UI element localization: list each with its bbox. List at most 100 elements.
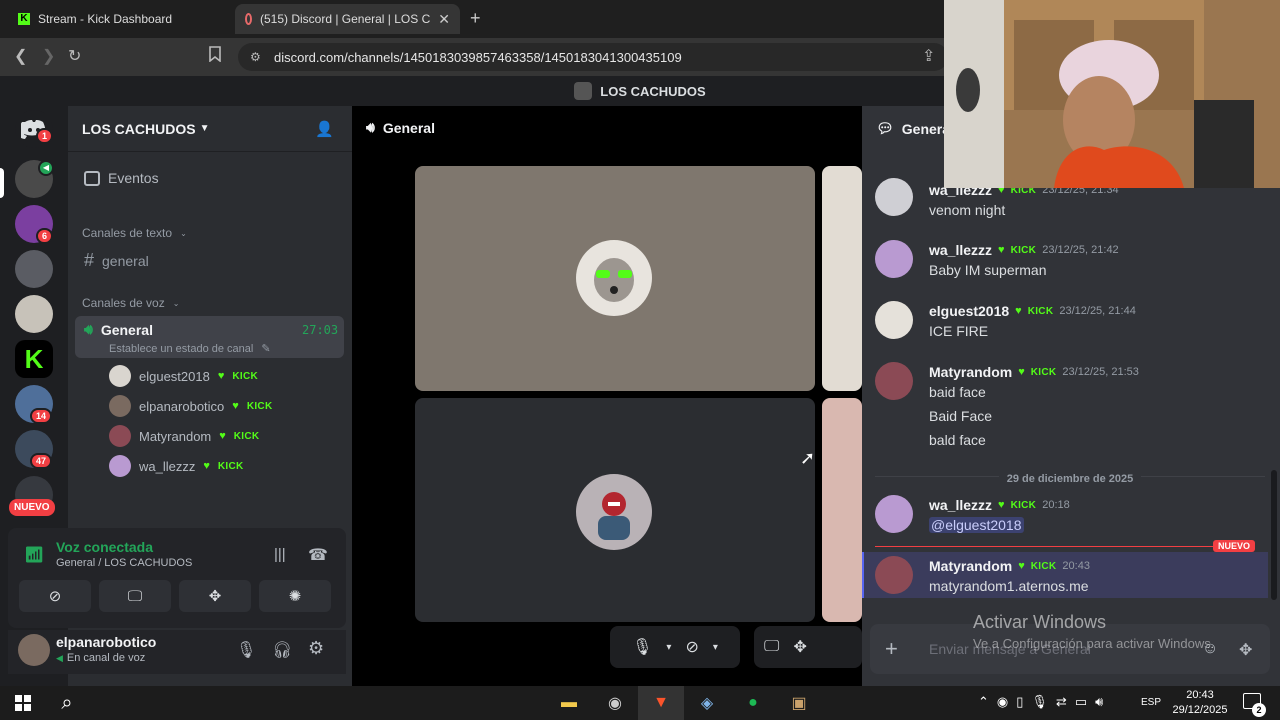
channel-general-text[interactable]: # general <box>84 250 149 271</box>
server-4[interactable] <box>15 295 53 333</box>
monitor-icon[interactable]: ▭ <box>1075 694 1087 710</box>
camera-off-icon[interactable]: ⊘ <box>685 637 698 657</box>
chevron-down-icon[interactable]: ▾ <box>713 642 718 653</box>
events-label: Eventos <box>108 170 159 186</box>
file-explorer-icon[interactable]: ▬ <box>556 690 582 716</box>
message-text: ICE FIRE <box>929 323 989 339</box>
windows-start-icon[interactable] <box>10 690 36 716</box>
headphones-icon[interactable]: 🎧︎ <box>272 640 292 660</box>
message-time: 23/12/25, 21:53 <box>1062 366 1139 378</box>
search-icon[interactable]: ⌕ <box>54 690 80 716</box>
tab-discord[interactable]: (515) Discord | General | LOS C ✕ <box>235 4 460 34</box>
tab-kick-dashboard[interactable]: K Stream - Kick Dashboard <box>8 4 233 34</box>
activities-icon[interactable]: ✥ <box>793 637 806 657</box>
davinci-icon[interactable]: ◈ <box>694 690 720 716</box>
text-channels-category[interactable]: Canales de texto ⌄ <box>82 226 187 240</box>
message-author: wa_llezzz ♥ KICK 23/12/25, 21:42 <box>929 242 1119 258</box>
kick-favicon-icon: K <box>18 13 30 25</box>
apps-icon[interactable]: ✥ <box>1239 640 1252 660</box>
new-tab-icon[interactable]: + <box>470 8 481 29</box>
category-label: Canales de texto <box>82 226 173 240</box>
forward-icon[interactable]: ❯ <box>42 46 55 66</box>
events-item[interactable]: Eventos <box>84 170 159 186</box>
obs-icon[interactable]: ◉ <box>602 690 628 716</box>
recording-icon <box>245 13 252 25</box>
microphone-icon[interactable]: 🎙︎ <box>632 637 652 657</box>
chat-message[interactable]: elguest2018 ♥ KICK 23/12/25, 21:44 ICE F… <box>875 301 1265 345</box>
activities-button[interactable]: ✥ <box>179 580 251 612</box>
chat-scrollbar[interactable] <box>1271 470 1277 600</box>
spotify-icon[interactable]: ● <box>740 690 766 716</box>
new-messages-line <box>875 546 1215 547</box>
voice-speaker-icon: ◀ <box>38 160 54 176</box>
tab-label: Stream - Kick Dashboard <box>38 12 173 26</box>
message-time: 23/12/25, 21:42 <box>1042 244 1119 256</box>
url-field[interactable]: ⚙ discord.com/channels/14501830398574633… <box>238 43 948 71</box>
heart-icon: ♥ <box>219 430 226 442</box>
device-icon[interactable]: ▯ <box>1016 694 1023 710</box>
settings-gear-icon[interactable]: ⚙ <box>308 638 324 659</box>
server-header[interactable]: LOS CACHUDOS ▼ 👤 <box>68 106 352 152</box>
speaker-icon: 🔊︎ <box>366 119 375 135</box>
reload-icon[interactable]: ↻ <box>68 46 81 66</box>
voice-user[interactable]: elpanarobotico ♥ KICK <box>109 395 272 417</box>
camera-off-button[interactable]: ⊘ <box>19 580 91 612</box>
voice-channels-category[interactable]: Canales de voz ⌄ <box>82 296 179 310</box>
close-tab-icon[interactable]: ✕ <box>438 11 450 28</box>
chat-message[interactable]: wa_llezzz ♥ KICK 23/12/25, 21:42 Baby IM… <box>875 240 1265 284</box>
video-tile[interactable] <box>822 398 862 622</box>
noise-suppression-icon[interactable]: ||| <box>274 546 286 563</box>
user-mention[interactable]: @elguest2018 <box>929 517 1024 533</box>
taskbar-clock[interactable]: 20:43 29/12/2025 <box>1172 688 1228 718</box>
kick-server-icon[interactable]: K <box>15 340 53 378</box>
brave-icon[interactable]: ▼ <box>648 690 674 716</box>
package-icon[interactable]: ▣ <box>786 690 812 716</box>
screen-share-button[interactable]: 🖵︎ <box>99 580 171 612</box>
author-name[interactable]: wa_llezzz <box>929 242 992 258</box>
voice-connected-title: Voz conectada <box>56 539 153 555</box>
back-icon[interactable]: ❮ <box>14 46 27 66</box>
author-name[interactable]: Matyrandom <box>929 364 1012 380</box>
soundboard-button[interactable]: ✺ <box>259 580 331 612</box>
add-attachment-icon[interactable]: + <box>885 636 898 662</box>
activation-watermark-subtitle: Ve a Configuración para activar Windows. <box>973 636 1215 651</box>
chevron-up-icon[interactable]: ⌃ <box>978 694 989 710</box>
server-3[interactable] <box>15 250 53 288</box>
user-avatar[interactable] <box>18 634 50 666</box>
server-2-badge: 6 <box>36 228 54 244</box>
server-7-badge: 47 <box>30 453 53 469</box>
message-text: Baby IM superman <box>929 262 1047 278</box>
author-name[interactable]: elguest2018 <box>929 303 1009 319</box>
chevron-down-icon[interactable]: ▾ <box>666 642 671 653</box>
voice-user-name: Matyrandom <box>139 428 212 444</box>
video-tile[interactable] <box>822 166 862 391</box>
voice-user[interactable]: Matyrandom ♥ KICK <box>109 425 259 447</box>
chat-message[interactable]: Matyrandom ♥ KICK 20:43 matyrandom1.ater… <box>875 556 1265 600</box>
message-time: 20:43 <box>1062 560 1090 572</box>
chat-message[interactable]: wa_llezzz ♥ KICK 20:18 @elguest2018 <box>875 495 1265 539</box>
bookmark-icon[interactable] <box>208 46 222 67</box>
invite-people-icon[interactable]: 👤 <box>315 120 334 138</box>
disconnect-icon[interactable]: ☎ <box>308 545 328 565</box>
share-icon[interactable]: ⇪ <box>922 46 935 66</box>
message-author: elguest2018 ♥ KICK 23/12/25, 21:44 <box>929 303 1136 319</box>
volume-icon[interactable]: 🔊︎ <box>1095 694 1103 710</box>
microphone-icon[interactable]: 🎙︎ <box>1031 694 1048 710</box>
microphone-icon[interactable]: 🎙︎ <box>236 640 256 660</box>
input-language[interactable]: ESP <box>1141 697 1161 708</box>
kick-tag: KICK <box>1030 366 1057 378</box>
pencil-icon: ✎ <box>261 343 271 355</box>
voice-connected-subtitle: General / LOS CACHUDOS <box>56 557 193 569</box>
voice-user[interactable]: elguest2018 ♥ KICK <box>109 365 258 387</box>
site-info-icon[interactable]: ⚙ <box>250 50 261 64</box>
channel-label: general <box>102 252 149 269</box>
chat-message[interactable]: Matyrandom ♥ KICK 23/12/25, 21:53 baid f… <box>875 362 1265 454</box>
voice-status-setter[interactable]: Establece un estado de canal ✎ <box>109 342 271 356</box>
author-name[interactable]: wa_llezzz <box>929 497 992 513</box>
screen-share-icon[interactable]: 🖵︎ <box>764 638 779 656</box>
network-icon[interactable]: ⇄ <box>1056 694 1067 710</box>
record-icon[interactable]: ◉ <box>997 694 1008 710</box>
window-title: LOS CACHUDOS <box>600 83 706 99</box>
author-name[interactable]: Matyrandom <box>929 558 1012 574</box>
voice-user[interactable]: wa_llezzz ♥ KICK <box>109 455 244 477</box>
